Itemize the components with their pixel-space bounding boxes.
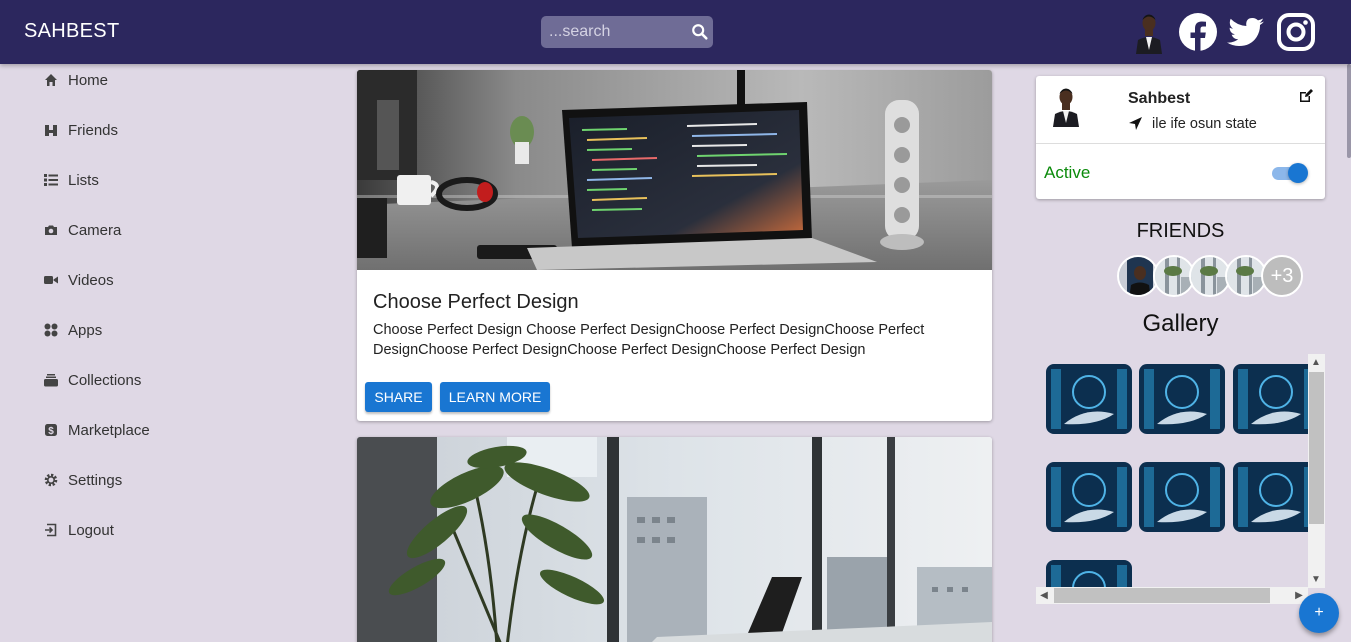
post-image-laptop-desk — [357, 70, 992, 270]
toggle-thumb — [1288, 163, 1308, 183]
apps-icon — [44, 323, 58, 337]
sidebar-item-label: Marketplace — [68, 421, 150, 439]
divider — [1036, 143, 1325, 144]
sidebar-item-camera[interactable]: Camera — [44, 218, 121, 242]
camera-icon — [45, 225, 57, 235]
scroll-left-icon[interactable]: ◀ — [1036, 587, 1052, 603]
sidebar-item-lists[interactable]: Lists — [44, 168, 99, 192]
friends-icon — [45, 125, 57, 136]
gallery-vertical-scrollbar[interactable]: ▲ ▼ — [1308, 354, 1325, 588]
profile-name: Sahbest — [1128, 90, 1191, 107]
gear-icon — [44, 473, 58, 487]
more-friends-badge[interactable]: +3 — [1261, 255, 1303, 297]
instagram-icon[interactable] — [1276, 12, 1316, 52]
post-image-office-window — [357, 437, 992, 642]
active-toggle[interactable] — [1270, 162, 1310, 184]
gallery-image[interactable] — [1046, 364, 1132, 434]
sidebar-item-label: Settings — [68, 471, 123, 489]
gallery-image[interactable] — [1233, 364, 1319, 434]
post-title: Choose Perfect Design — [373, 291, 579, 313]
post-card: Choose Perfect Design Choose Perfect Des… — [357, 70, 992, 421]
scrollbar-thumb[interactable] — [1309, 372, 1324, 524]
sidebar-item-label: Videos — [68, 271, 114, 289]
sidebar-item-label: Camera — [68, 221, 122, 239]
gallery-image[interactable] — [1046, 462, 1132, 532]
edit-icon[interactable] — [1298, 88, 1314, 104]
sidebar-item-videos[interactable]: Videos — [44, 268, 114, 292]
post-card — [357, 437, 992, 642]
twitter-icon[interactable] — [1226, 12, 1266, 52]
sidebar-item-label: Apps — [68, 321, 103, 339]
gallery-image[interactable] — [1233, 462, 1319, 532]
friends-heading: FRIENDS — [1136, 220, 1225, 242]
collections-icon — [44, 374, 58, 387]
logout-icon — [45, 523, 57, 537]
profile-card: Sahbest ile ife osun state Active — [1036, 76, 1325, 199]
sidebar-item-apps[interactable]: Apps — [44, 318, 102, 342]
scrollbar-thumb[interactable] — [1054, 588, 1270, 603]
top-app-bar: SAHBEST — [0, 0, 1351, 64]
scroll-up-icon[interactable]: ▲ — [1308, 354, 1324, 370]
profile-location: ile ife osun state — [1152, 116, 1257, 132]
gallery-heading: Gallery — [1142, 310, 1219, 337]
search-icon[interactable] — [691, 23, 709, 41]
sidebar-item-logout[interactable]: Logout — [44, 518, 114, 542]
sidebar-item-label: Home — [68, 71, 109, 89]
scroll-down-icon[interactable]: ▼ — [1308, 571, 1324, 587]
gallery-image[interactable] — [1139, 364, 1225, 434]
svg-text:$: $ — [48, 426, 54, 437]
sidebar-item-label: Collections — [68, 371, 142, 389]
sidebar-item-label: Friends — [68, 121, 119, 139]
status-label: Active — [1044, 163, 1091, 182]
list-icon — [44, 174, 58, 186]
share-button[interactable]: SHARE — [365, 382, 432, 412]
sidebar-item-friends[interactable]: Friends — [44, 118, 118, 142]
page-scrollbar[interactable] — [1347, 64, 1351, 158]
gallery-horizontal-scrollbar[interactable]: ◀ ▶ — [1036, 587, 1308, 604]
location-arrow-icon — [1129, 117, 1142, 130]
profile-avatar[interactable] — [1050, 85, 1082, 127]
video-icon — [44, 276, 58, 284]
home-icon — [45, 74, 57, 86]
marketplace-icon: $ — [45, 424, 57, 437]
learn-more-button[interactable]: LEARN MORE — [440, 382, 550, 412]
post-body: Choose Perfect Design Choose Perfect Des… — [373, 322, 925, 358]
sidebar-item-label: Logout — [68, 521, 114, 539]
search-input[interactable] — [549, 16, 689, 48]
add-button[interactable]: + — [1299, 593, 1339, 633]
gallery-grid[interactable] — [1036, 354, 1326, 604]
facebook-icon[interactable] — [1178, 12, 1218, 52]
sidebar-item-home[interactable]: Home — [44, 68, 108, 92]
search-box[interactable] — [541, 16, 713, 48]
gallery-image[interactable] — [1139, 462, 1225, 532]
sidebar-item-marketplace[interactable]: $ Marketplace — [44, 418, 150, 442]
brand-logo[interactable]: SAHBEST — [24, 20, 119, 43]
sidebar-item-collections[interactable]: Collections — [44, 368, 141, 392]
user-avatar[interactable] — [1132, 10, 1166, 54]
sidebar-item-settings[interactable]: Settings — [44, 468, 122, 492]
sidebar-item-label: Lists — [68, 171, 99, 189]
